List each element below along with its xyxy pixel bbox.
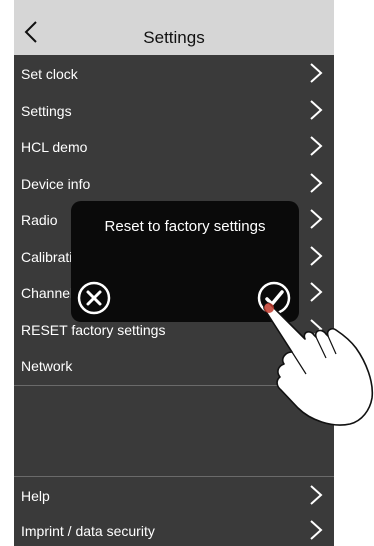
chevron-right-icon: [310, 519, 323, 540]
chevron-right-icon: [310, 172, 323, 193]
check-circle-icon[interactable]: [257, 281, 291, 315]
chevron-right-icon: [310, 63, 323, 83]
menu-item-label: Imprint / data security: [21, 522, 155, 539]
header-bar: Settings: [14, 0, 334, 55]
menu-item-set-clock[interactable]: Set clock: [14, 55, 334, 92]
menu-item-label: Settings: [21, 102, 72, 119]
menu-item-hcl-demo[interactable]: HCL demo: [14, 128, 334, 165]
chevron-right-icon: [310, 485, 323, 505]
menu-item-label: Device info: [21, 175, 91, 192]
chevron-right-icon: [310, 209, 323, 229]
chevron-right-icon: [310, 99, 323, 120]
page-title: Settings: [143, 28, 205, 47]
menu-item-help[interactable]: Help: [14, 477, 334, 512]
divider: [14, 385, 334, 386]
phone-screen: Settings Set clock Settings HCL demo Dev…: [14, 0, 334, 546]
chevron-right-icon: [310, 355, 323, 375]
menu-item-label: Radio: [21, 212, 58, 228]
menu-item-label: HCL demo: [21, 139, 88, 155]
chevron-right-icon: [310, 136, 323, 156]
menu-item-settings[interactable]: Settings: [14, 92, 334, 129]
menu-item-label: Network: [21, 358, 73, 374]
menu-item-imprint[interactable]: Imprint / data security: [14, 512, 334, 546]
chevron-right-icon: [310, 318, 323, 339]
chevron-right-icon: [310, 282, 323, 302]
reset-confirm-dialog: Reset to factory settings: [71, 201, 299, 322]
menu-item-device-info[interactable]: Device info: [14, 165, 334, 202]
menu-item-label: RESET factory settings: [21, 321, 166, 338]
dialog-title: Reset to factory settings: [104, 218, 266, 235]
bottom-menu: Help Imprint / data security: [14, 477, 334, 546]
menu-item-label: Help: [21, 488, 50, 504]
chevron-right-icon: [310, 245, 323, 266]
menu-item-network[interactable]: Network: [14, 347, 334, 384]
x-circle-icon[interactable]: [77, 281, 111, 315]
menu-item-label: Set clock: [21, 66, 78, 82]
